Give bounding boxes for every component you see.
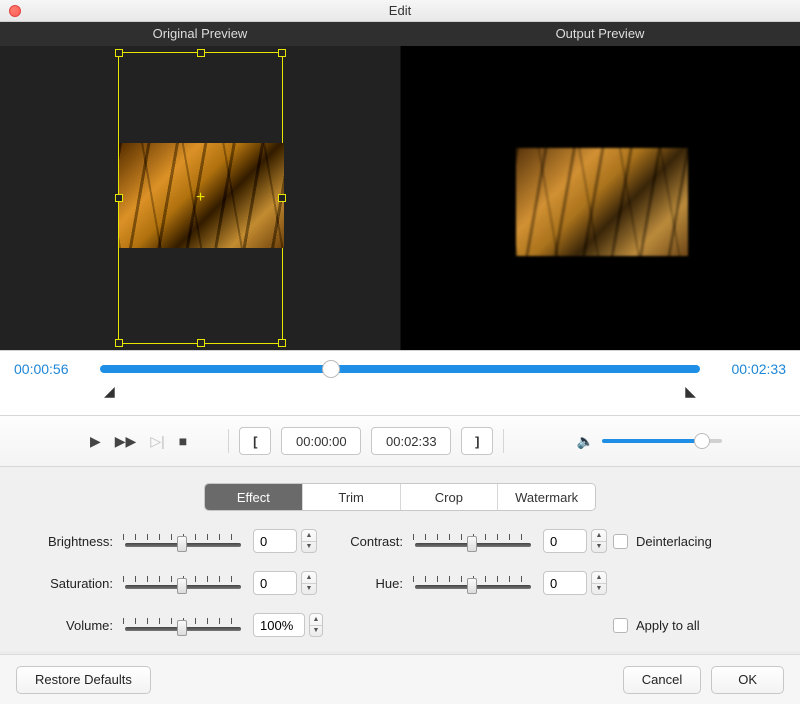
contrast-stepper[interactable]: ▲▼ bbox=[591, 529, 607, 553]
chevron-down-icon[interactable]: ▼ bbox=[302, 542, 316, 553]
close-icon[interactable] bbox=[9, 5, 21, 17]
saturation-slider[interactable] bbox=[123, 574, 243, 592]
cancel-button[interactable]: Cancel bbox=[623, 666, 701, 694]
chevron-down-icon[interactable]: ▼ bbox=[310, 626, 322, 637]
tab-watermark[interactable]: Watermark bbox=[498, 484, 595, 510]
output-preview-pane bbox=[400, 46, 800, 350]
footer: Restore Defaults Cancel OK bbox=[0, 654, 800, 704]
chevron-up-icon[interactable]: ▲ bbox=[302, 530, 316, 542]
brightness-slider[interactable] bbox=[123, 532, 243, 550]
volume-control: 🔈 bbox=[577, 433, 722, 450]
crop-box[interactable]: + bbox=[118, 52, 283, 344]
original-preview-pane[interactable]: + bbox=[0, 46, 400, 350]
video-thumbnail-output bbox=[516, 148, 688, 256]
tab-effect[interactable]: Effect bbox=[205, 484, 303, 510]
chevron-up-icon[interactable]: ▲ bbox=[592, 530, 606, 542]
crop-handle[interactable] bbox=[197, 339, 205, 347]
apply-to-all-checkbox[interactable] bbox=[613, 618, 628, 633]
saturation-stepper[interactable]: ▲▼ bbox=[301, 571, 317, 595]
chevron-down-icon[interactable]: ▼ bbox=[592, 542, 606, 553]
deinterlacing-label: Deinterlacing bbox=[636, 534, 712, 549]
crop-center-icon: + bbox=[196, 189, 205, 207]
crop-handle[interactable] bbox=[278, 49, 286, 57]
effects-panel: Effect Trim Crop Watermark Brightness: ▲… bbox=[0, 467, 800, 651]
preview-header: Original Preview Output Preview bbox=[0, 22, 800, 46]
ok-button[interactable]: OK bbox=[711, 666, 784, 694]
volume-effect-slider[interactable] bbox=[123, 616, 243, 634]
volume-slider[interactable] bbox=[602, 439, 722, 443]
saturation-input[interactable] bbox=[253, 571, 297, 595]
restore-defaults-button[interactable]: Restore Defaults bbox=[16, 666, 151, 694]
play-icon[interactable]: ▶ bbox=[90, 433, 101, 450]
timeline-track[interactable] bbox=[100, 365, 700, 373]
deinterlacing-checkbox[interactable] bbox=[613, 534, 628, 549]
brightness-input[interactable] bbox=[253, 529, 297, 553]
crop-handle[interactable] bbox=[278, 339, 286, 347]
set-out-button[interactable]: ] bbox=[461, 427, 493, 455]
crop-handle[interactable] bbox=[278, 194, 286, 202]
chevron-down-icon[interactable]: ▼ bbox=[592, 584, 606, 595]
chevron-up-icon[interactable]: ▲ bbox=[310, 614, 322, 626]
next-frame-icon[interactable]: ▷| bbox=[150, 433, 164, 450]
crop-handle[interactable] bbox=[115, 339, 123, 347]
in-time[interactable]: 00:00:00 bbox=[281, 427, 361, 455]
in-marker-icon[interactable]: ◢ bbox=[104, 383, 115, 400]
stop-icon[interactable]: ■ bbox=[179, 433, 187, 449]
output-preview-label: Output Preview bbox=[400, 22, 800, 46]
set-in-button[interactable]: [ bbox=[239, 427, 271, 455]
divider bbox=[228, 429, 229, 453]
chevron-up-icon[interactable]: ▲ bbox=[592, 572, 606, 584]
original-preview-label: Original Preview bbox=[0, 22, 400, 46]
brightness-stepper[interactable]: ▲▼ bbox=[301, 529, 317, 553]
window-title: Edit bbox=[389, 3, 411, 18]
volume-knob[interactable] bbox=[694, 433, 710, 449]
contrast-input[interactable] bbox=[543, 529, 587, 553]
out-marker-icon[interactable]: ◣ bbox=[685, 383, 696, 400]
hue-label: Hue: bbox=[323, 576, 413, 591]
chevron-down-icon[interactable]: ▼ bbox=[302, 584, 316, 595]
timeline-start-time: 00:00:56 bbox=[14, 361, 88, 377]
crop-handle[interactable] bbox=[197, 49, 205, 57]
contrast-label: Contrast: bbox=[323, 534, 413, 549]
timeline: 00:00:56 00:02:33 ◢ ◣ bbox=[0, 350, 800, 415]
volume-effect-input[interactable] bbox=[253, 613, 305, 637]
tab-trim[interactable]: Trim bbox=[303, 484, 401, 510]
hue-input[interactable] bbox=[543, 571, 587, 595]
volume-effect-stepper[interactable]: ▲▼ bbox=[309, 613, 323, 637]
previews: + bbox=[0, 46, 800, 350]
speaker-icon[interactable]: 🔈 bbox=[577, 433, 594, 450]
brightness-label: Brightness: bbox=[18, 534, 123, 549]
tabs: Effect Trim Crop Watermark bbox=[204, 483, 596, 511]
apply-to-all-label: Apply to all bbox=[636, 618, 700, 633]
hue-stepper[interactable]: ▲▼ bbox=[591, 571, 607, 595]
fast-forward-icon[interactable]: ▶▶ bbox=[115, 433, 137, 450]
crop-handle[interactable] bbox=[115, 49, 123, 57]
divider bbox=[503, 429, 504, 453]
volume-label: Volume: bbox=[18, 618, 123, 633]
timeline-playhead[interactable] bbox=[322, 360, 340, 378]
saturation-label: Saturation: bbox=[18, 576, 123, 591]
titlebar: Edit bbox=[0, 0, 800, 22]
contrast-slider[interactable] bbox=[413, 532, 533, 550]
tab-crop[interactable]: Crop bbox=[401, 484, 499, 510]
chevron-up-icon[interactable]: ▲ bbox=[302, 572, 316, 584]
hue-slider[interactable] bbox=[413, 574, 533, 592]
timeline-end-time: 00:02:33 bbox=[712, 361, 786, 377]
crop-handle[interactable] bbox=[115, 194, 123, 202]
transport-bar: ▶ ▶▶ ▷| ■ [ 00:00:00 00:02:33 ] 🔈 bbox=[0, 415, 800, 467]
out-time[interactable]: 00:02:33 bbox=[371, 427, 451, 455]
